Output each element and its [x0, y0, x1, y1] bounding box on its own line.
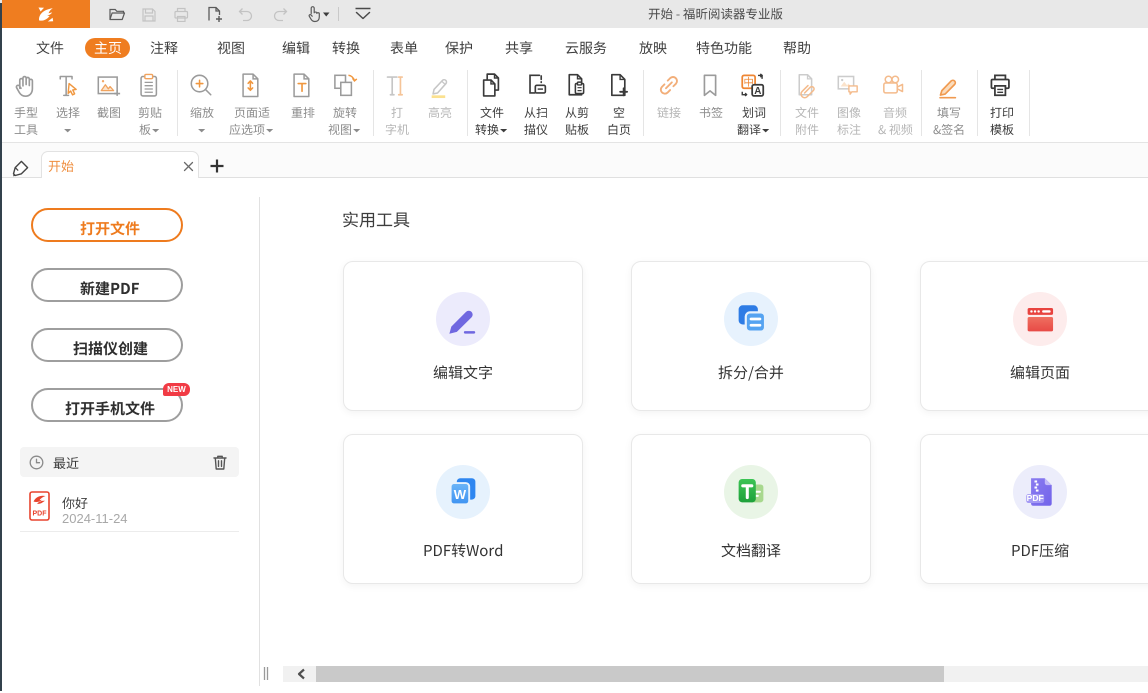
- svg-text:A: A: [754, 86, 761, 97]
- svg-text:PDF: PDF: [1027, 493, 1044, 503]
- svg-text:PDF: PDF: [33, 511, 48, 518]
- svg-text:W: W: [454, 487, 467, 502]
